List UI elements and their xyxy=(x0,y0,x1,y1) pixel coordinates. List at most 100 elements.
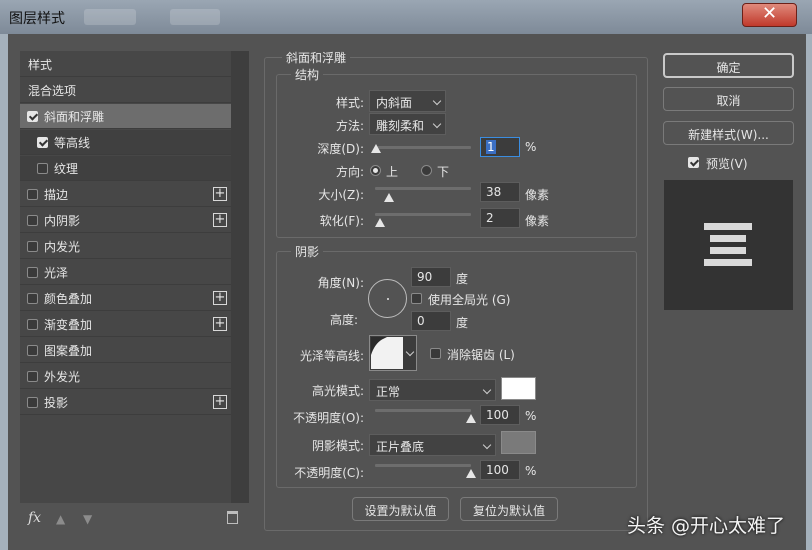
antialias-checkbox[interactable] xyxy=(430,348,441,359)
style-item[interactable]: 等高线 xyxy=(20,130,231,155)
add-effect-icon[interactable]: + xyxy=(213,395,227,409)
highlight-opacity-slider[interactable] xyxy=(375,409,471,412)
style-item-checkbox[interactable] xyxy=(27,293,38,304)
soften-label: 软化(F): xyxy=(319,214,364,228)
direction-down-label[interactable]: 下 xyxy=(437,163,449,180)
style-item[interactable]: 斜面和浮雕 xyxy=(20,104,231,129)
window-edge xyxy=(806,34,812,550)
blending-options-item[interactable]: 混合选项 xyxy=(20,78,231,103)
style-item[interactable]: 内阴影 + xyxy=(20,208,231,233)
new-style-button[interactable]: 新建样式(W)... xyxy=(663,121,794,145)
style-item[interactable]: 外发光 xyxy=(20,364,231,389)
reset-default-button[interactable]: 复位为默认值 xyxy=(460,497,558,521)
style-item-label: 斜面和浮雕 xyxy=(44,110,105,124)
angle-label: 角度(N): xyxy=(317,276,364,290)
size-input[interactable]: 38 xyxy=(480,182,520,202)
watermark: 头条 @开心太难了 xyxy=(627,515,786,537)
style-item[interactable]: 内发光 xyxy=(20,234,231,259)
style-item-checkbox[interactable] xyxy=(27,215,38,226)
add-effect-icon[interactable]: + xyxy=(213,317,227,331)
style-item-checkbox[interactable] xyxy=(37,163,48,174)
preview-shape xyxy=(704,223,752,230)
technique-select[interactable]: 雕刻柔和 xyxy=(369,113,446,135)
soften-input[interactable]: 2 xyxy=(480,208,520,228)
shadow-mode-select[interactable]: 正片叠底 xyxy=(369,434,496,456)
list-header-label: 样式 xyxy=(28,58,53,72)
shadow-opacity-slider[interactable] xyxy=(375,464,471,467)
style-item[interactable]: 图案叠加 xyxy=(20,338,231,363)
style-item-checkbox[interactable] xyxy=(27,189,38,200)
style-item-label: 颜色叠加 xyxy=(44,292,93,306)
preview-shape xyxy=(704,259,752,266)
style-item[interactable]: 光泽 xyxy=(20,260,231,285)
global-light-label[interactable]: 使用全局光 (G) xyxy=(428,291,510,308)
style-item[interactable]: 描边 + xyxy=(20,182,231,207)
size-slider[interactable] xyxy=(375,187,471,190)
technique-value: 雕刻柔和 xyxy=(376,119,425,133)
up-arrow-icon[interactable]: ▲ xyxy=(56,512,65,526)
style-item[interactable]: 投影 + xyxy=(20,390,231,415)
size-slider-thumb[interactable] xyxy=(384,193,394,202)
down-arrow-icon[interactable]: ▼ xyxy=(83,512,92,526)
preview-checkbox[interactable] xyxy=(688,157,699,168)
make-default-button[interactable]: 设置为默认值 xyxy=(352,497,449,521)
add-effect-icon[interactable]: + xyxy=(213,213,227,227)
soften-slider-thumb[interactable] xyxy=(375,218,385,227)
highlight-opacity-label: 不透明度(O): xyxy=(293,411,364,425)
style-preview xyxy=(664,180,793,310)
chevron-down-icon xyxy=(405,347,415,357)
highlight-mode-select[interactable]: 正常 xyxy=(369,379,496,401)
direction-down-radio[interactable] xyxy=(421,165,432,176)
style-item-checkbox[interactable] xyxy=(27,345,38,356)
depth-unit: % xyxy=(525,140,537,154)
global-light-checkbox[interactable] xyxy=(411,293,422,304)
direction-up-radio[interactable] xyxy=(370,165,381,176)
style-item-checkbox[interactable] xyxy=(27,319,38,330)
style-item-checkbox[interactable] xyxy=(27,371,38,382)
style-select[interactable]: 内斜面 xyxy=(369,90,446,112)
shadow-opacity-input[interactable]: 100 xyxy=(480,460,520,480)
style-item-checkbox[interactable] xyxy=(37,137,48,148)
highlight-opacity-input[interactable]: 100 xyxy=(480,405,520,425)
shadow-mode-label: 阴影模式: xyxy=(311,439,364,453)
antialias-label[interactable]: 消除锯齿 (L) xyxy=(447,346,515,363)
trash-icon[interactable] xyxy=(227,511,238,524)
preview-label[interactable]: 预览(V) xyxy=(706,155,748,172)
depth-slider-thumb[interactable] xyxy=(371,144,381,153)
style-item-label: 内发光 xyxy=(44,240,81,254)
style-item-label: 描边 xyxy=(44,188,69,202)
style-item-checkbox[interactable] xyxy=(27,111,38,122)
direction-up-label[interactable]: 上 xyxy=(386,163,398,180)
style-item-checkbox[interactable] xyxy=(27,397,38,408)
shadow-opacity-thumb[interactable] xyxy=(466,469,476,478)
fx-button[interactable]: fx xyxy=(28,510,41,526)
ok-button[interactable]: 确定 xyxy=(663,53,794,78)
shadow-color-swatch[interactable] xyxy=(501,431,536,454)
cancel-button[interactable]: 取消 xyxy=(663,87,794,111)
add-effect-icon[interactable]: + xyxy=(213,291,227,305)
soften-slider[interactable] xyxy=(375,213,471,216)
depth-slider[interactable] xyxy=(375,146,471,149)
add-effect-icon[interactable]: + xyxy=(213,187,227,201)
angle-value: 90 xyxy=(417,270,433,284)
style-item-label: 外发光 xyxy=(44,370,81,384)
style-item-label: 渐变叠加 xyxy=(44,318,93,332)
altitude-input[interactable]: 0 xyxy=(411,311,451,331)
angle-dial[interactable] xyxy=(368,279,407,318)
style-item[interactable]: 渐变叠加 + xyxy=(20,312,231,337)
style-list-scrollbar[interactable] xyxy=(231,51,249,503)
style-item[interactable]: 颜色叠加 + xyxy=(20,286,231,311)
highlight-color-swatch[interactable] xyxy=(501,377,536,400)
style-item-checkbox[interactable] xyxy=(27,241,38,252)
gloss-contour-picker[interactable] xyxy=(369,335,417,371)
close-button[interactable]: ✕ xyxy=(742,3,797,27)
style-item-checkbox[interactable] xyxy=(27,267,38,278)
list-header-styles[interactable]: 样式 xyxy=(20,52,231,77)
highlight-opacity-thumb[interactable] xyxy=(466,414,476,423)
angle-input[interactable]: 90 xyxy=(411,267,451,287)
style-item[interactable]: 纹理 xyxy=(20,156,231,181)
style-item-label: 投影 xyxy=(44,396,69,410)
depth-value: 1 xyxy=(486,140,496,154)
shading-title: 阴影 xyxy=(291,243,324,260)
depth-input[interactable]: 1 xyxy=(480,137,520,157)
